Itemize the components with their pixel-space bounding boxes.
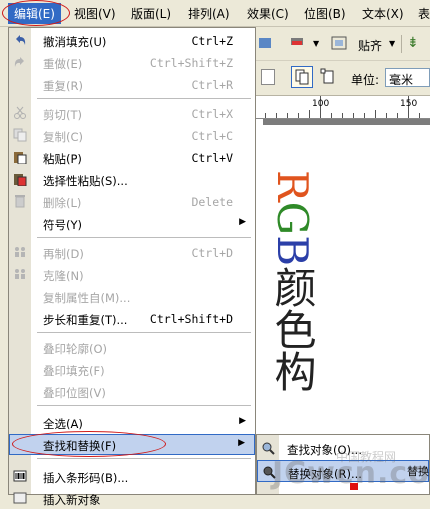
- menu-item-find-replace[interactable]: 查找和替换(F) ▶: [9, 434, 255, 455]
- menu-item-copy-properties[interactable]: 复制属性自(M)...: [9, 286, 255, 307]
- watermark-dot: [350, 483, 358, 490]
- menu-item-clone[interactable]: 克隆(N): [9, 264, 255, 285]
- menu-item-insert-barcode[interactable]: 插入条形码(B)...: [9, 466, 255, 487]
- edit-menu: 撤消填充(U) Ctrl+Z 重做(E) Ctrl+Shift+Z 重复(R) …: [8, 27, 256, 507]
- menu-item-copy[interactable]: 复制(C) Ctrl+C: [9, 125, 255, 146]
- scissors-icon: [13, 106, 27, 120]
- unit-label: 单位:: [351, 73, 380, 87]
- ruler-label-150: 150: [400, 99, 418, 109]
- undo-icon: [13, 33, 27, 47]
- copy-icon: [13, 128, 27, 142]
- menu-separator: [37, 458, 251, 459]
- menu-item-overprint-bitmap[interactable]: 叠印位图(V): [9, 381, 255, 402]
- divider: [401, 35, 402, 53]
- ruler-label-100: 100: [312, 99, 330, 109]
- snap-button[interactable]: 贴齐: [358, 37, 382, 54]
- menu-bitmaps[interactable]: 位图(B): [304, 5, 346, 22]
- menu-item-overprint-fill[interactable]: 叠印填充(F): [9, 359, 255, 380]
- menu-separator: [37, 405, 251, 406]
- menu-item-undo-fill[interactable]: 撤消填充(U) Ctrl+Z: [9, 30, 255, 51]
- menu-text[interactable]: 文本(X): [362, 5, 404, 22]
- all-pages-icon[interactable]: [291, 66, 313, 88]
- menu-item-repeat[interactable]: 重复(R) Ctrl+R: [9, 74, 255, 95]
- letter-b: B: [268, 235, 317, 267]
- paste-icon: [13, 150, 27, 165]
- menu-item-insert-object[interactable]: 插入新对象: [9, 488, 255, 509]
- snap-dropdown-icon[interactable]: ▼: [389, 39, 395, 48]
- watermark-subtitle: 中国教程网: [336, 450, 397, 464]
- property-bar: 单位: 毫米: [255, 61, 430, 96]
- clone-icon: [13, 267, 27, 281]
- menu-item-redo[interactable]: 重做(E) Ctrl+Shift+Z: [9, 52, 255, 73]
- menu-item-step-repeat[interactable]: 步长和重复(T)... Ctrl+Shift+D: [9, 308, 255, 329]
- page-icon[interactable]: [261, 69, 275, 85]
- submenu-arrow-icon: ▶: [239, 416, 246, 426]
- menu-layout[interactable]: 版面(L): [131, 5, 171, 22]
- menu-effects[interactable]: 效果(C): [247, 5, 289, 22]
- menu-item-duplicate[interactable]: 再制(D) Ctrl+D: [9, 242, 255, 263]
- find-object-icon: [261, 441, 275, 455]
- menu-item-symbol[interactable]: 符号(Y) ▶: [9, 213, 255, 234]
- unit-select[interactable]: 毫米: [385, 68, 430, 87]
- toolbar-icon[interactable]: [257, 35, 275, 53]
- menu-separator: [37, 332, 251, 333]
- char-se: 色: [268, 308, 317, 351]
- menu-edit[interactable]: 编辑(E): [8, 3, 61, 24]
- options-icon[interactable]: ⇟: [407, 35, 419, 51]
- letter-r: R: [268, 170, 317, 202]
- canvas-vertical-text[interactable]: RGB颜色构: [268, 170, 317, 393]
- paste-special-icon: [13, 172, 27, 187]
- redo-icon: [13, 55, 27, 69]
- char-yan: 颜: [268, 266, 317, 309]
- submenu-arrow-icon: ▶: [238, 438, 245, 448]
- unit-value: 毫米: [389, 73, 414, 87]
- new-object-icon: [13, 491, 27, 505]
- duplicate-icon: [13, 245, 27, 259]
- menu-item-paste[interactable]: 粘贴(P) Ctrl+V: [9, 147, 255, 168]
- barcode-icon: [13, 469, 27, 483]
- standard-toolbar: ▼ 贴齐 ▼ ⇟: [255, 28, 430, 61]
- menu-item-delete[interactable]: 删除(L) Delete: [9, 191, 255, 212]
- menu-bar: 编辑(E) 视图(V) 版面(L) 排列(A) 效果(C) 位图(B) 文本(X…: [0, 0, 430, 27]
- dropdown-arrow-icon[interactable]: ▼: [313, 39, 319, 48]
- page-border: [263, 119, 430, 125]
- horizontal-ruler: 100 150: [255, 96, 430, 119]
- letter-g: G: [268, 201, 317, 236]
- menu-view[interactable]: 视图(V): [74, 5, 116, 22]
- char-gou: 构: [268, 350, 317, 393]
- menu-item-overprint-outline[interactable]: 叠印轮廓(O): [9, 337, 255, 358]
- menu-table[interactable]: 表: [418, 5, 430, 22]
- printer-icon[interactable]: [289, 35, 307, 53]
- menu-arrange[interactable]: 排列(A): [188, 5, 230, 22]
- view-icon[interactable]: [331, 35, 349, 53]
- menu-separator: [37, 98, 251, 99]
- menu-item-paste-special[interactable]: 选择性粘贴(S)...: [9, 169, 255, 190]
- menu-separator: [37, 237, 251, 238]
- submenu-arrow-icon: ▶: [239, 217, 246, 227]
- menu-item-select-all[interactable]: 全选(A) ▶: [9, 412, 255, 433]
- menu-item-cut[interactable]: 剪切(T) Ctrl+X: [9, 103, 255, 124]
- current-page-icon[interactable]: [319, 68, 337, 86]
- trash-icon: [13, 194, 27, 208]
